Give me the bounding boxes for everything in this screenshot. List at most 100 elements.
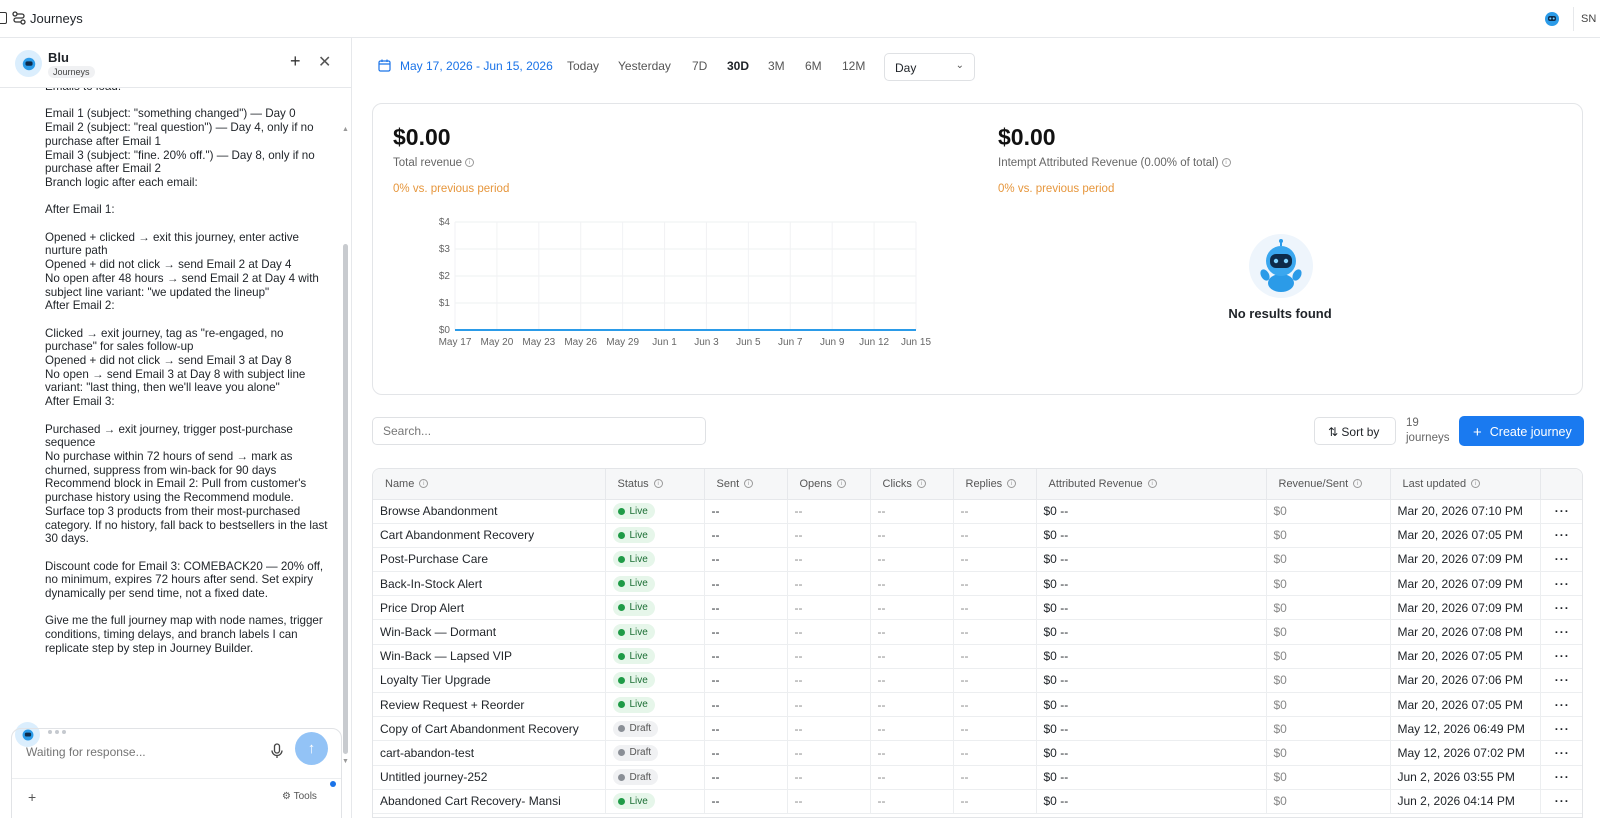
table-row[interactable]: Cart Abandonment Recovery Live -- -- -- -- $0 … <box>373 523 1582 548</box>
scrollbar-thumb[interactable] <box>343 244 348 754</box>
table-row[interactable]: Review Request + Reorder Live -- -- -- -- $0 -… <box>373 692 1582 718</box>
preset-today[interactable]: Today <box>567 59 599 73</box>
info-icon[interactable]: i <box>836 479 846 489</box>
sort-button[interactable]: ⇅ Sort by <box>1314 417 1396 445</box>
sent-cell: -- <box>704 547 788 573</box>
col-opens[interactable]: Opens i <box>787 469 871 500</box>
col-last-updated[interactable]: Last updated i <box>1390 469 1541 500</box>
scroll-up-icon[interactable]: ▲ <box>342 126 349 133</box>
info-icon[interactable]: i <box>1007 479 1017 489</box>
journey-name[interactable]: Post-Purchase Care <box>373 547 606 573</box>
journey-name[interactable]: Copy of Cart Abandonment Recovery <box>373 716 606 742</box>
more-actions-icon[interactable]: ··· <box>1540 547 1582 573</box>
search-input[interactable] <box>372 417 706 445</box>
attach-icon[interactable]: + <box>28 789 36 805</box>
last-updated-cell: Mar 20, 2026 07:06 PM <box>1390 668 1541 694</box>
send-button[interactable]: ↑ <box>295 732 328 765</box>
preset-30d[interactable]: 30D <box>727 59 749 73</box>
journey-name[interactable]: Cart Abandonment Recovery <box>373 523 606 548</box>
more-actions-icon[interactable]: ··· <box>1540 716 1582 742</box>
journey-name[interactable]: Back-In-Stock Alert <box>373 571 606 597</box>
attributed-dash: -- <box>1060 576 1069 591</box>
attributed-dash: -- <box>1060 770 1069 785</box>
more-actions-icon[interactable]: ··· <box>1540 789 1582 814</box>
tools-button[interactable]: ⚙ Tools <box>282 791 317 802</box>
more-actions-icon[interactable]: ··· <box>1540 595 1582 621</box>
table-row[interactable]: Win-Back — Lapsed VIP Live -- -- -- -- $0 -- $0… <box>373 644 1582 669</box>
table-row[interactable]: Win-Back — Dormant Live -- -- -- -- $0 -- $0 Mar… <box>373 619 1582 645</box>
scroll-down-icon[interactable]: ▼ <box>342 758 349 765</box>
more-actions-icon[interactable]: ··· <box>1540 499 1582 524</box>
info-icon[interactable]: i <box>1353 479 1363 489</box>
col-sent[interactable]: Sent i <box>704 469 788 500</box>
more-actions-icon[interactable]: ··· <box>1540 765 1582 790</box>
opens-cell: -- <box>787 716 871 742</box>
info-icon[interactable]: i <box>1221 158 1231 168</box>
revenue-per-sent-cell: $0 <box>1266 619 1391 645</box>
col-replies[interactable]: Replies i <box>953 469 1037 500</box>
attributed-revenue-label: Intempt Attributed Revenue (0.00% of tot… <box>998 157 1219 169</box>
calendar-icon[interactable] <box>378 59 391 72</box>
table-row[interactable]: cart-abandon-test Draft -- -- -- -- $0 -- $0 May… <box>373 740 1582 766</box>
chat-scrollbar[interactable]: ▲ ▼ <box>342 126 349 765</box>
arrow-up-icon: ↑ <box>307 740 316 757</box>
table-row[interactable]: Copy of Cart Abandonment Recovery Draft --… <box>373 716 1582 742</box>
info-icon[interactable]: i <box>916 479 926 489</box>
preset-6m[interactable]: 6M <box>805 59 822 73</box>
preset-3m[interactable]: 3M <box>768 59 785 73</box>
granularity-select[interactable]: Day ⌄ <box>884 53 975 81</box>
col-label: Clicks <box>882 477 912 490</box>
preset-12m[interactable]: 12M <box>842 59 865 73</box>
col-status[interactable]: Status i <box>605 469 705 500</box>
more-actions-icon[interactable]: ··· <box>1540 740 1582 766</box>
tools-label: Tools <box>293 791 317 802</box>
close-icon[interactable]: ✕ <box>318 52 331 72</box>
col-attributed-revenue[interactable]: Attributed Revenue i <box>1036 469 1267 500</box>
info-icon[interactable]: i <box>419 479 429 489</box>
table-row[interactable]: Post-Purchase Care Live -- -- -- -- $0 -- $0 Mar… <box>373 547 1582 573</box>
journey-name[interactable]: Browse Abandonment <box>373 499 606 524</box>
clicks-cell: -- <box>870 595 954 621</box>
assistant-icon[interactable] <box>1543 10 1561 28</box>
create-journey-button[interactable]: + Create journey <box>1459 416 1584 446</box>
info-icon[interactable]: i <box>744 479 754 489</box>
more-actions-icon[interactable]: ··· <box>1540 692 1582 718</box>
journey-name[interactable]: Untitled journey-252 <box>373 765 606 790</box>
date-range-picker[interactable]: May 17, 2026 - Jun 15, 2026 <box>400 59 553 73</box>
journey-name[interactable]: Abandoned Cart Recovery- Mansi <box>373 789 606 814</box>
info-icon[interactable]: i <box>653 479 663 489</box>
table-row[interactable]: Back-In-Stock Alert Live -- -- -- -- $0 -- $0 Ma… <box>373 571 1582 597</box>
more-actions-icon[interactable]: ··· <box>1540 523 1582 548</box>
more-actions-icon[interactable]: ··· <box>1540 619 1582 645</box>
chat-input[interactable] <box>26 745 256 759</box>
journey-name[interactable]: Price Drop Alert <box>373 595 606 621</box>
table-row[interactable]: Browse Abandonment Live -- -- -- -- $0 -- $0 Mar… <box>373 499 1582 524</box>
info-icon[interactable]: i <box>465 158 475 168</box>
journey-name[interactable]: Loyalty Tier Upgrade <box>373 668 606 694</box>
more-actions-icon[interactable]: ··· <box>1540 644 1582 669</box>
preset-7d[interactable]: 7D <box>692 59 707 73</box>
user-avatar[interactable]: SN <box>1573 7 1600 31</box>
col-clicks[interactable]: Clicks i <box>870 469 954 500</box>
table-row[interactable]: Loyalty Tier Upgrade Live -- -- -- -- $0 -- $0 M… <box>373 668 1582 694</box>
journey-name[interactable]: Win-Back — Lapsed VIP <box>373 644 606 669</box>
x-tick-label: May 26 <box>564 337 597 348</box>
sidebar-toggle-icon[interactable] <box>0 12 7 24</box>
col-name[interactable]: Name i <box>373 469 606 500</box>
col-revenue-per-sent[interactable]: Revenue/Sent i <box>1266 469 1391 500</box>
table-row[interactable]: Price Drop Alert Live -- -- -- -- $0 -- $0 Mar 2… <box>373 595 1582 621</box>
new-chat-icon[interactable]: + <box>290 51 301 72</box>
info-icon[interactable]: i <box>1147 479 1157 489</box>
table-row[interactable]: Abandoned Cart Recovery- Mansi Live -- -- --… <box>373 789 1582 814</box>
revenue-per-sent-cell: $0 <box>1266 547 1391 573</box>
journey-name[interactable]: Win-Back — Dormant <box>373 619 606 645</box>
preset-yesterday[interactable]: Yesterday <box>618 59 671 73</box>
more-actions-icon[interactable]: ··· <box>1540 571 1582 597</box>
microphone-icon[interactable] <box>270 743 284 759</box>
more-actions-icon[interactable]: ··· <box>1540 668 1582 694</box>
table-row[interactable]: Untitled journey-252 Draft -- -- -- -- $0 -- $0… <box>373 765 1582 790</box>
status-dot <box>617 555 625 563</box>
journey-name[interactable]: Review Request + Reorder <box>373 692 606 718</box>
info-icon[interactable]: i <box>1471 479 1481 489</box>
journey-name[interactable]: cart-abandon-test <box>373 740 606 766</box>
